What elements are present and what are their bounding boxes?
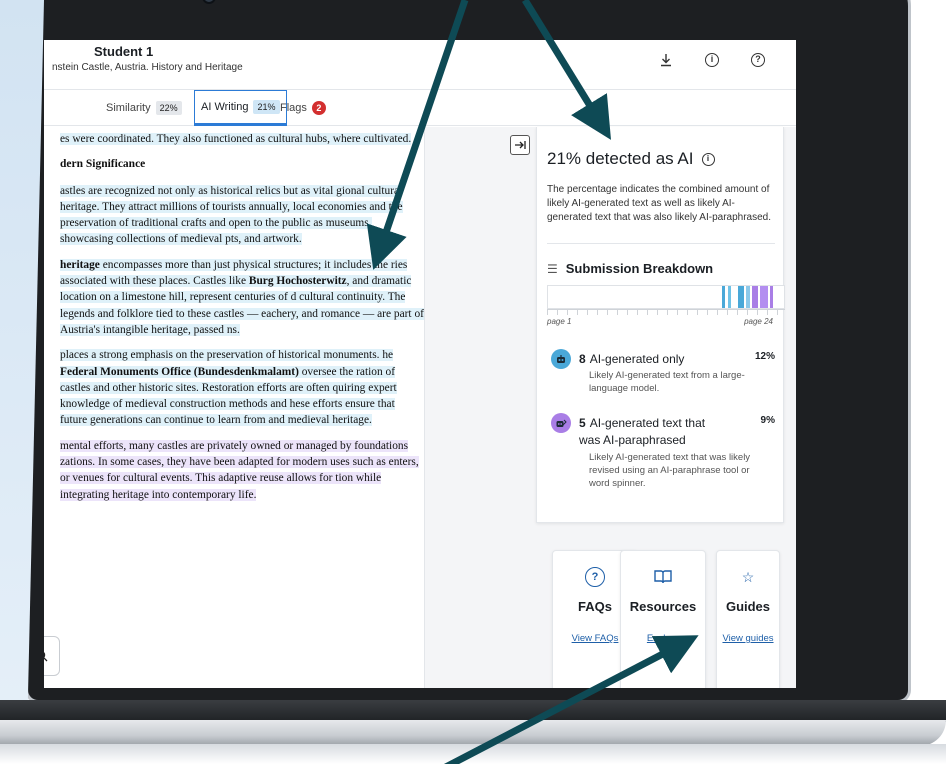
camera-icon [202,0,216,4]
breakdown-title-text: Submission Breakdown [565,261,714,276]
category-description: Likely AI-generated text from a large-la… [589,370,745,394]
ai-description: The percentage indicates the combined am… [547,184,772,223]
info-icon[interactable]: i [701,152,715,166]
question-circle-icon: ? [585,567,605,587]
tab-label: Flags [280,102,307,114]
tab-label: AI Writing [201,101,249,113]
header-actions: i ? [658,52,766,68]
student-name: Student 1 [94,44,154,59]
doc-bold: heritage [60,258,100,271]
category-label: AI-generated text that was AI-paraphrase… [579,416,706,447]
page-start-label: page 1 [547,317,572,326]
category-description: Likely AI-generated text that was likely… [589,452,751,489]
ai-segment [728,286,731,308]
star-icon: ☆ [741,568,755,585]
ai-segment [746,286,750,308]
resources-card[interactable]: Resources Explore [620,550,706,688]
card-title: Guides [725,599,771,614]
category-ai-paraphrased[interactable]: 5 AI-generated text that was AI-paraphras… [551,413,781,513]
flags-count-badge: 2 [311,101,326,115]
app-screen: Student 1 nstein Castle, Austria. Histor… [44,40,796,688]
book-icon [653,567,673,587]
tab-similarity[interactable]: Similarity 22% [100,90,188,126]
zoom-in-button[interactable] [44,636,60,676]
doc-paragraph: places a strong emphasis on the preserva… [60,349,394,362]
help-icon[interactable]: ? [750,52,766,68]
category-count: 8 [579,352,586,366]
page-end-label: page 24 [744,317,773,326]
breakdown-heading: ☰ Submission Breakdown [547,261,713,276]
category-ai-generated[interactable]: 8 AI-generated only 12% Likely AI-generat… [551,349,781,405]
page-ticks [547,309,785,315]
robot-pen-icon [551,413,571,433]
tab-flags[interactable]: Flags 2 [274,90,332,126]
ai-segment [722,286,725,308]
view-guides-link[interactable]: View guides [717,632,779,645]
card-title: Resources [629,599,697,614]
section-heading: dern Significance [60,158,146,171]
ai-segment [738,286,744,308]
ai-percentage-title: 21% detected as AI i [547,149,715,169]
guides-card[interactable]: ☆ Guides View guides [716,550,780,688]
tab-ai-writing[interactable]: AI Writing 21% [194,90,287,126]
ai-title-text: 21% detected as AI [547,149,694,168]
robot-icon [551,349,571,369]
zoom-icon [44,651,48,662]
download-icon[interactable] [658,52,674,68]
panel-divider [424,127,425,688]
ai-detection-card: 21% detected as AI i The percentage indi… [536,127,785,523]
divider [547,243,775,244]
category-label: AI-generated only [589,352,685,366]
ai-paraphrased-segment [770,286,773,308]
doc-bold: Burg Hochosterwitz [248,275,347,288]
doc-paragraph: astles are recognized not only as histor… [60,184,403,246]
tab-label: Similarity [106,102,151,114]
document-viewer: es were coordinated. They also functione… [44,127,424,688]
arrow-to-right-icon [515,141,526,149]
doc-bold: Federal Monuments Office (Bundesdenkmala… [60,365,299,378]
collapse-panel-button[interactable] [510,135,530,155]
ai-paraphrased-segment [760,286,768,308]
doc-paragraph: es were coordinated. They also functione… [60,133,412,145]
tab-bar: Similarity 22% AI Writing 21% Flags 2 [44,90,796,126]
laptop-hinge [0,700,946,722]
doc-paragraph: mental efforts, many castles are private… [60,439,419,501]
floor-shadow [0,744,946,764]
similarity-badge: 22% [155,101,182,115]
ai-paraphrased-segment [752,286,758,308]
category-count: 5 [579,416,586,430]
info-icon[interactable]: i [704,52,720,68]
category-percent: 9% [760,415,775,426]
document-title: nstein Castle, Austria. History and Heri… [52,62,243,73]
explore-link[interactable]: Explore [621,632,705,645]
header: Student 1 nstein Castle, Austria. Histor… [44,40,796,90]
submission-breakdown-bar[interactable] [547,285,785,309]
laptop-base [0,720,946,746]
category-percent: 12% [754,351,775,362]
list-icon: ☰ [547,261,558,276]
